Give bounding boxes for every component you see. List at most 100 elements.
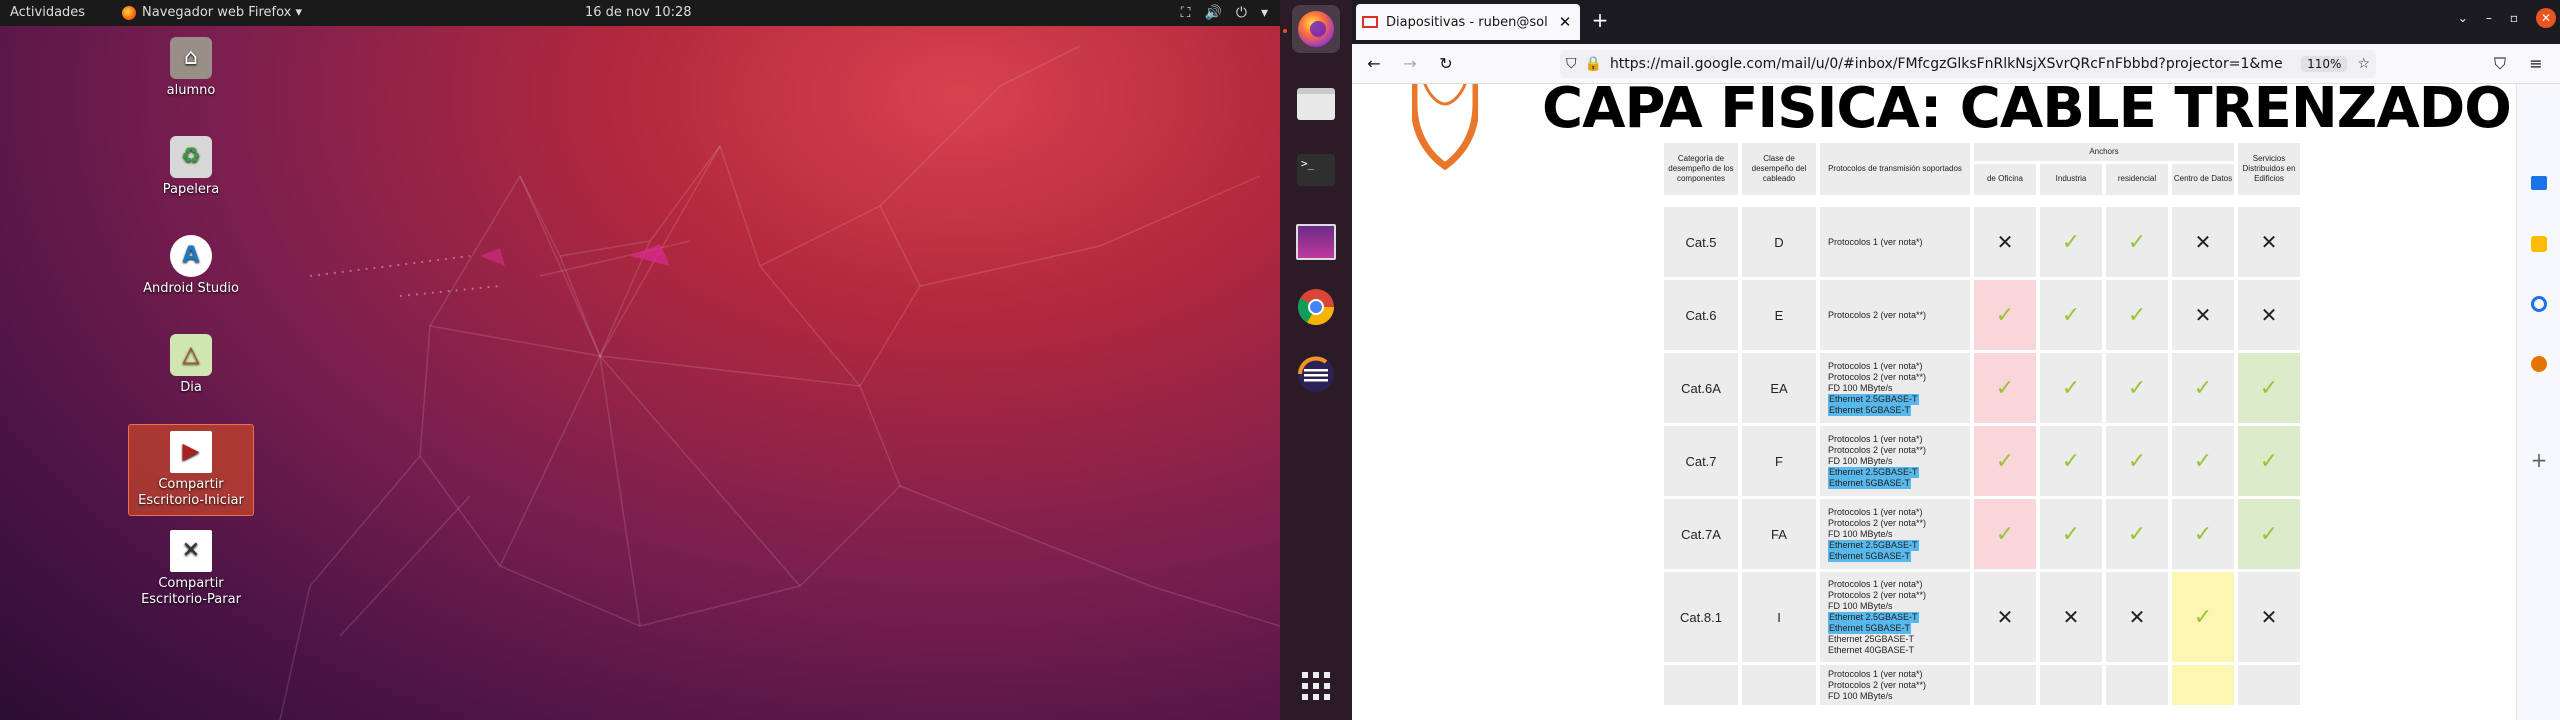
tab-strip: Diapositivas - ruben@sol ✕ + ⌄ – ▫ ✕ (1352, 0, 2560, 44)
university-logo (1412, 84, 1478, 170)
desktop-icon-label: Android Studio (143, 281, 239, 296)
running-indicator (1283, 29, 1287, 33)
header-categoria: Categoría de desempeño de los componente… (1664, 143, 1738, 195)
reload-icon[interactable]: ↻ (1434, 52, 1458, 76)
check-icon: ✓ (2238, 426, 2300, 496)
protocols-cell: Protocolos 1 (ver nota*) Protocolos 2 (ve… (1820, 665, 1970, 705)
volume-icon: 🔊 (1204, 5, 1222, 21)
calendar-icon[interactable] (2531, 176, 2547, 190)
desktop-icon-label: alumno (166, 83, 216, 98)
cross-icon: ✕ (2172, 280, 2234, 350)
cross-icon: ✕ (2238, 572, 2300, 662)
activities-button[interactable]: Actividades (10, 5, 85, 20)
empty-cell (2238, 665, 2300, 705)
close-tab-icon[interactable]: ✕ (1556, 13, 1574, 31)
dock-eclipse[interactable] (1292, 350, 1340, 398)
clock[interactable]: 16 de nov 10:28 (585, 5, 692, 20)
check-icon: ✓ (2238, 353, 2300, 423)
header-clase: Clase de desempeño del cableado (1742, 143, 1816, 195)
pocket-icon[interactable]: ⛉ (2488, 52, 2512, 76)
cross-icon: ✕ (2106, 572, 2168, 662)
contacts-icon[interactable] (2531, 356, 2547, 372)
class-cell: FA (1742, 499, 1816, 569)
add-addon-icon[interactable]: + (2529, 448, 2549, 472)
check-icon: ✓ (1974, 280, 2036, 350)
category-cell: Cat.7 (1664, 426, 1738, 496)
desktop-icon-android-studio[interactable]: A Android Studio (128, 229, 254, 299)
table-row: Cat.5 D Protocolos 1 (ver nota*) ✕ ✓ ✓ ✕ ✕ (1664, 207, 2300, 277)
category-cell: Cat.6 (1664, 280, 1738, 350)
cross-icon: ✕ (2238, 207, 2300, 277)
check-icon: ✓ (2172, 353, 2234, 423)
cross-icon: ✕ (1974, 207, 2036, 277)
tab-diapositivas[interactable]: Diapositivas - ruben@sol ✕ (1356, 4, 1580, 40)
minimize-icon[interactable]: – (2486, 11, 2492, 25)
url-text: https://mail.google.com/mail/u/0/#inbox/… (1609, 56, 2283, 72)
table-row: Cat.7A FA Protocolos 1 (ver nota*) Protocol… (1664, 499, 2300, 569)
header-anchors: Anchors (1974, 143, 2234, 161)
maximize-icon[interactable]: ▫ (2510, 11, 2518, 25)
class-cell: D (1742, 207, 1816, 277)
bookmark-star-icon[interactable]: ☆ (2357, 56, 2370, 72)
desktop-icon-compartir-iniciar[interactable]: ▶ Compartir Escritorio-Iniciar (128, 424, 254, 516)
check-icon: ✓ (2172, 499, 2234, 569)
gmail-side-panel: + (2516, 84, 2560, 720)
check-icon: ✓ (1974, 499, 2036, 569)
protocols-cell: Protocolos 1 (ver nota*) Protocolos 2 (ve… (1820, 353, 1970, 423)
slide-viewer: CAPA FISICA: CABLE TRENZADO Categoría de… (1352, 84, 2516, 720)
class-cell (1742, 665, 1816, 705)
protocol-line: Protocolos 1 (ver nota*) (1828, 506, 1923, 517)
back-icon[interactable]: ← (1362, 52, 1386, 76)
check-icon: ✓ (2238, 499, 2300, 569)
check-icon: ✓ (2106, 353, 2168, 423)
dock-terminal[interactable]: >_ (1292, 146, 1340, 194)
header-protocolos: Protocolos de transmisión soportados (1820, 143, 1970, 195)
close-window-button[interactable]: ✕ (2536, 8, 2556, 28)
category-cell: Cat.5 (1664, 207, 1738, 277)
menu-icon[interactable]: ≡ (2524, 52, 2548, 76)
desktop[interactable]: ⌂ alumno ♻ Papelera A Android Studio △ D… (0, 26, 1280, 720)
check-icon: ✓ (1974, 353, 2036, 423)
dock-chrome[interactable] (1292, 283, 1340, 331)
forward-icon[interactable]: → (1398, 52, 1422, 76)
protocol-line: FD 100 MByte/s (1828, 382, 1893, 393)
dock-files[interactable] (1292, 80, 1340, 128)
empty-cell (2040, 665, 2102, 705)
protocol-line: Protocolos 2 (ver nota**) (1828, 589, 1927, 600)
shield-icon: ⛉ (1566, 56, 1577, 72)
header-servicios: Servicios Distribuidos en Edificios (2238, 143, 2300, 195)
protocols-cell: Protocolos 1 (ver nota*) (1820, 207, 1970, 277)
protocol-highlight: Ethernet 5GBASE-T (1828, 622, 1912, 634)
cable-category-table: Categoría de desempeño de los componente… (1660, 140, 2304, 708)
class-cell: F (1742, 426, 1816, 496)
url-bar[interactable]: ⛉ 🔒 https://mail.google.com/mail/u/0/#in… (1560, 50, 2376, 78)
share-desktop-stop-icon: ✕ (170, 530, 212, 572)
check-icon: ✓ (2106, 207, 2168, 277)
eclipse-icon (1298, 356, 1334, 392)
dock-app-grid[interactable] (1292, 662, 1340, 710)
protocol-highlight: Ethernet 2.5GBASE-T (1828, 611, 1919, 623)
check-icon: ✓ (1974, 426, 2036, 496)
protocol-line: Protocolos 2 (ver nota**) (1828, 679, 1927, 690)
app-menu[interactable]: Navegador web Firefox ▾ (122, 5, 302, 20)
tasks-icon[interactable] (2531, 296, 2547, 312)
header-oficina: de Oficina (1974, 163, 2036, 195)
keep-icon[interactable] (2531, 236, 2547, 252)
protocol-line: Protocolos 2 (ver nota**) (1828, 517, 1927, 528)
desktop-icon-alumno[interactable]: ⌂ alumno (128, 31, 254, 101)
desktop-icon-papelera[interactable]: ♻ Papelera (128, 130, 254, 200)
dock-screen-share[interactable] (1292, 218, 1340, 266)
desktop-icon-dia[interactable]: △ Dia (128, 328, 254, 398)
cross-icon: ✕ (2238, 280, 2300, 350)
dock-firefox[interactable] (1292, 5, 1340, 53)
new-tab-button[interactable]: + (1588, 8, 1612, 32)
desktop-icon-compartir-parar[interactable]: ✕ Compartir Escritorio-Parar (128, 524, 254, 616)
tab-list-chevron-icon[interactable]: ⌄ (2458, 11, 2468, 25)
cross-icon: ✕ (1974, 572, 2036, 662)
chrome-icon (1297, 289, 1334, 326)
system-tray[interactable]: ⛶ 🔊 ⏻ ▾ (1181, 5, 1268, 21)
check-icon: ✓ (2040, 353, 2102, 423)
zoom-indicator[interactable]: 110% (2301, 56, 2348, 72)
check-icon: ✓ (2106, 426, 2168, 496)
check-icon: ✓ (2040, 280, 2102, 350)
